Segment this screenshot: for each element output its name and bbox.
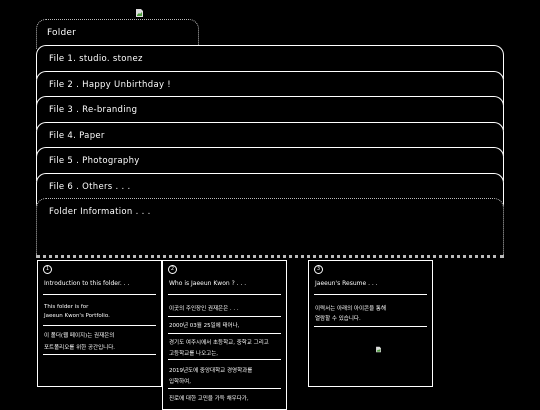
card-text: 이 폴더(웹 페이지)는 권재은의 <box>44 333 115 339</box>
card-text: 입학하여, <box>169 379 191 385</box>
divider <box>168 333 281 334</box>
divider <box>168 294 281 295</box>
file-label: File 3 . Re-branding <box>49 105 138 115</box>
divider <box>43 294 156 295</box>
folder-information-row[interactable]: Folder Information . . . <box>36 198 504 258</box>
card-text: 포트폴리오를 위한 공간입니다. <box>44 345 116 351</box>
card-number-badge: 1 <box>43 265 52 274</box>
card-who-is: 2 Who is Jaeeun Kwon ? . . . 이곳의 주인장인 권재… <box>162 260 287 410</box>
divider <box>43 354 156 355</box>
file-label: File 5 . Photography <box>49 156 140 166</box>
card-text: 이곳의 주인장인 권재은은 . . . <box>169 306 239 312</box>
card-number-badge: 3 <box>314 265 323 274</box>
card-text: 2000년 03월 25일에 태어나, <box>169 323 240 329</box>
card-title: Introduction to this folder. . . <box>44 280 130 287</box>
card-text: 열람할 수 있습니다. <box>315 316 361 322</box>
divider <box>168 388 281 389</box>
resume-link-icon[interactable] <box>375 346 382 353</box>
card-introduction: 1 Introduction to this folder. . . This … <box>37 260 162 387</box>
divider <box>314 294 427 295</box>
broken-image-icon <box>136 9 143 17</box>
card-number-badge: 2 <box>168 265 177 274</box>
folder-information-label: Folder Information . . . <box>49 207 151 217</box>
card-text: 고등학교를 나오고는, <box>169 351 219 357</box>
card-text: 2019년도에 중앙대학교 경영학과를 <box>169 368 253 374</box>
card-title: Jaeeun's Resume . . . <box>315 280 378 287</box>
file-label: File 2 . Happy Unbirthday ! <box>49 80 171 90</box>
file-label: File 6 . Others . . . <box>49 182 131 192</box>
card-text: Jaeeun Kwon's Portfolio. <box>44 313 110 319</box>
divider <box>168 359 281 360</box>
file-label: File 4. Paper <box>49 131 105 141</box>
card-resume: 3 Jaeeun's Resume . . . 이력서는 아래의 아이콘을 통해… <box>308 260 433 387</box>
card-text: 이력서는 아래의 아이콘을 통해 <box>315 306 387 312</box>
divider <box>168 316 281 317</box>
card-title: Who is Jaeeun Kwon ? . . . <box>169 280 247 287</box>
file-label: File 1. studio. stonez <box>49 54 143 64</box>
divider <box>43 325 156 326</box>
card-text: 경기도 여주시에서 초등학교, 중학교 그리고 <box>169 340 269 346</box>
card-text: This folder is for <box>44 304 89 310</box>
divider <box>314 326 427 327</box>
folder-tab-label: Folder <box>47 28 77 38</box>
card-text: 진로에 대한 고민을 가득 채우다가, <box>169 396 249 402</box>
